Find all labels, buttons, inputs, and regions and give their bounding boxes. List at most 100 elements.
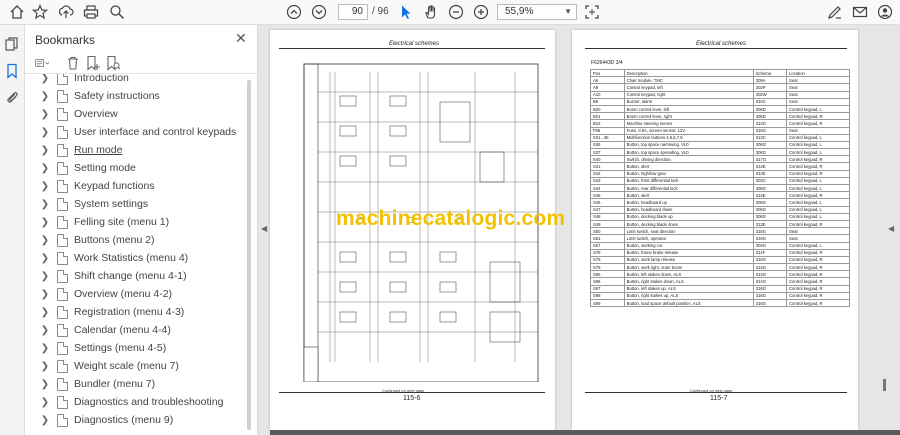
chevron-right-icon[interactable]: ❯ <box>39 91 51 102</box>
delete-bookmark-icon[interactable] <box>65 55 81 71</box>
chevron-right-icon[interactable]: ❯ <box>39 289 51 300</box>
bookmark-item[interactable]: ❯ Work Statistics (menu 4) <box>25 249 251 267</box>
table-row: S45 Button, alert 314E Control keypad, R <box>590 191 850 200</box>
bookmark-item[interactable]: ❯ Overview (menu 4-2) <box>25 285 251 303</box>
footer-rule <box>585 392 847 393</box>
search-icon[interactable] <box>108 3 126 21</box>
cell-pos: S46 <box>590 198 625 207</box>
page-up-icon[interactable] <box>285 3 303 21</box>
bookmark-star-icon[interactable] <box>31 3 49 21</box>
chevron-right-icon[interactable]: ❯ <box>39 74 51 84</box>
upload-icon[interactable] <box>57 3 75 21</box>
bookmark-item-current[interactable]: ❯ Run mode <box>25 141 251 159</box>
bookmark-label: Weight scale (menu 7) <box>74 360 179 372</box>
expand-tools-icon[interactable]: ◀ <box>888 224 894 234</box>
pages-icon[interactable] <box>4 36 20 52</box>
bookmark-item[interactable]: ❯ System settings <box>25 195 251 213</box>
bookmark-label: Registration (menu 4-3) <box>74 306 185 318</box>
attachment-icon[interactable] <box>4 89 20 105</box>
page-number-input[interactable]: 90 <box>338 4 368 20</box>
cell-schema: 309A <box>752 76 788 85</box>
cell-pos: S99 <box>590 298 625 308</box>
bookmark-item[interactable]: ❯ Calendar (menu 4-4) <box>25 321 251 339</box>
zoom-in-icon[interactable] <box>472 3 490 21</box>
chevron-right-icon[interactable]: ❯ <box>39 199 51 210</box>
fit-page-icon[interactable] <box>583 3 601 21</box>
bookmark-item[interactable]: ❯ Shift change (menu 4-1) <box>25 267 251 285</box>
chevron-right-icon[interactable]: ❯ <box>39 379 51 390</box>
bookmark-item[interactable]: ❯ User interface and control keypads <box>25 123 251 141</box>
col-pos: Pos <box>590 68 625 78</box>
bookmark-item[interactable]: ❯ Felling site (menu 1) <box>25 213 251 231</box>
bookmark-page-icon <box>57 233 68 247</box>
bookmark-item[interactable]: ❯ Diagnostics (menu 9) <box>25 411 251 429</box>
cell-pos: S45 <box>590 191 625 200</box>
bookmark-item[interactable]: ❯ Settings (menu 4-5) <box>25 339 251 357</box>
options-menu-icon[interactable] <box>35 55 59 71</box>
bookmark-page-icon <box>57 377 68 391</box>
zoom-level-select[interactable]: 55,9% ▼ <box>497 4 577 20</box>
chevron-right-icon[interactable]: ❯ <box>39 127 51 138</box>
cell-location: Seat <box>786 76 850 85</box>
chevron-right-icon[interactable]: ❯ <box>39 271 51 282</box>
home-icon[interactable] <box>8 3 26 21</box>
bookmark-label: System settings <box>74 198 149 210</box>
chevron-right-icon[interactable]: ❯ <box>39 145 51 156</box>
footer-rule <box>279 392 545 393</box>
chevron-right-icon[interactable]: ❯ <box>39 361 51 372</box>
bookmarks-scrollbar[interactable] <box>247 80 251 430</box>
table-row: S46 Button, headboard up 306G Control keypa… <box>590 198 850 207</box>
chevron-right-icon[interactable]: ❯ <box>39 307 51 318</box>
bookmark-page-icon <box>57 413 68 427</box>
bookmark-label: Overview <box>74 108 118 120</box>
cell-location: Seat <box>786 227 850 236</box>
bookmark-item[interactable]: ❯ Buttons (menu 2) <box>25 231 251 249</box>
bookmark-label: Run mode <box>74 144 123 156</box>
bookmark-item[interactable]: ❯ Bundler (menu 7) <box>25 375 251 393</box>
chevron-right-icon[interactable]: ❯ <box>39 343 51 354</box>
table-row: S31...35 Multifunction buttons 4,5,6,7,8 3… <box>590 133 850 142</box>
chevron-right-icon[interactable]: ❯ <box>39 181 51 192</box>
page-down-icon[interactable] <box>310 3 328 21</box>
bookmark-item[interactable]: ❯ Introduction <box>25 74 251 87</box>
select-cursor-icon[interactable] <box>397 3 415 21</box>
zoom-out-icon[interactable] <box>447 3 465 21</box>
cell-description: Multifunction buttons 4,5,6,7,8 <box>623 133 754 142</box>
bookmarks-panel-icon[interactable] <box>4 63 20 79</box>
hand-icon[interactable] <box>422 3 440 21</box>
document-scrollbar[interactable] <box>883 379 886 391</box>
bookmark-item[interactable]: ❯ Overview <box>25 105 251 123</box>
chevron-right-icon[interactable]: ❯ <box>39 109 51 120</box>
bookmark-item[interactable]: ❯ Keypad functions <box>25 177 251 195</box>
cell-schema: 310C <box>752 97 788 106</box>
add-bookmark-icon[interactable] <box>85 55 101 71</box>
close-icon[interactable]: ✕ <box>235 30 247 47</box>
cell-pos: S37 <box>590 148 625 157</box>
cell-schema: 314F <box>752 248 788 257</box>
chevron-right-icon[interactable]: ❯ <box>39 235 51 246</box>
collapse-panel-icon[interactable]: ◀ <box>261 224 267 234</box>
chevron-right-icon[interactable]: ❯ <box>39 415 51 426</box>
chevron-right-icon[interactable]: ❯ <box>39 325 51 336</box>
cell-schema: 313C <box>752 133 788 142</box>
chevron-right-icon[interactable]: ❯ <box>39 397 51 408</box>
cell-pos: S41 <box>590 162 625 171</box>
cell-location: Control keypad, L <box>786 183 850 193</box>
print-icon[interactable] <box>82 3 100 21</box>
chevron-right-icon[interactable]: ❯ <box>39 217 51 228</box>
bookmark-item[interactable]: ❯ Weight scale (menu 7) <box>25 357 251 375</box>
bookmark-page-icon <box>57 197 68 211</box>
chevron-right-icon[interactable]: ❯ <box>39 253 51 264</box>
email-icon[interactable] <box>851 3 869 21</box>
bookmark-item[interactable]: ❯ Safety instructions <box>25 87 251 105</box>
sign-icon[interactable] <box>826 3 844 21</box>
cell-location: Control keypad, R <box>786 277 850 286</box>
bookmark-item[interactable]: ❯ Registration (menu 4-3) <box>25 303 251 321</box>
chevron-right-icon[interactable]: ❯ <box>39 163 51 174</box>
cell-location: Control keypad, L <box>786 140 850 150</box>
account-icon[interactable] <box>876 3 894 21</box>
cell-location: Control keypad, L <box>786 198 850 207</box>
find-bookmark-icon[interactable] <box>105 55 121 71</box>
bookmark-item[interactable]: ❯ Diagnostics and troubleshooting <box>25 393 251 411</box>
bookmark-item[interactable]: ❯ Setting mode <box>25 159 251 177</box>
